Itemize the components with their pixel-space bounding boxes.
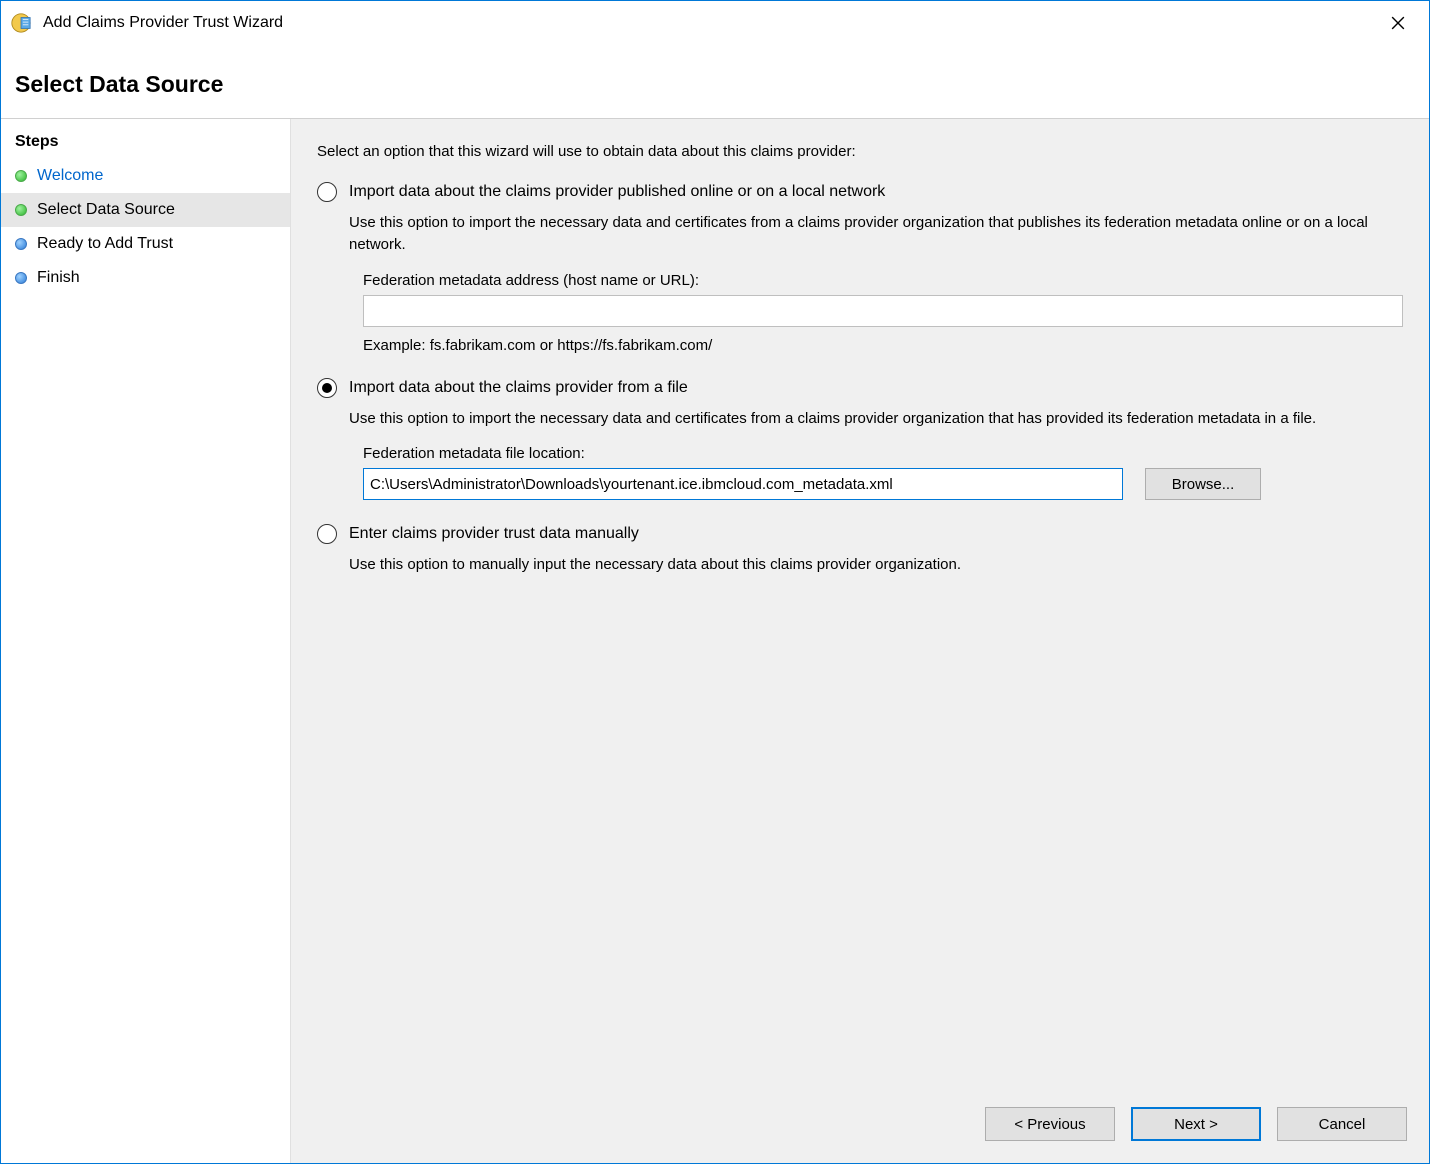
sidebar-item-ready-to-add-trust[interactable]: Ready to Add Trust — [1, 227, 290, 261]
sidebar-item-select-data-source[interactable]: Select Data Source — [1, 193, 290, 227]
option-manual: Enter claims provider trust data manuall… — [317, 524, 1403, 576]
main-panel: Select an option that this wizard will u… — [291, 119, 1429, 1163]
radio-row-manual[interactable]: Enter claims provider trust data manuall… — [317, 524, 1403, 544]
metadata-file-group: Federation metadata file location: Brows… — [363, 445, 1403, 500]
steps-sidebar: Steps Welcome Select Data Source Ready t… — [1, 119, 291, 1163]
metadata-address-group: Federation metadata address (host name o… — [363, 272, 1403, 327]
metadata-file-input[interactable] — [363, 468, 1123, 500]
page-header: Select Data Source — [1, 45, 1429, 118]
option-description: Use this option to import the necessary … — [349, 408, 1403, 430]
browse-button[interactable]: Browse... — [1145, 468, 1261, 500]
example-text: Example: fs.fabrikam.com or https://fs.f… — [363, 337, 1403, 354]
sidebar-item-label: Welcome — [37, 167, 103, 185]
wizard-window: Add Claims Provider Trust Wizard Select … — [0, 0, 1430, 1164]
close-icon — [1391, 16, 1405, 30]
next-button[interactable]: Next > — [1131, 1107, 1261, 1141]
radio-icon — [317, 182, 337, 202]
main-content: Select an option that this wizard will u… — [291, 119, 1429, 1089]
step-pending-icon — [15, 272, 27, 284]
sidebar-item-welcome[interactable]: Welcome — [1, 159, 290, 193]
app-icon — [9, 11, 33, 35]
intro-text: Select an option that this wizard will u… — [317, 143, 1403, 160]
radio-row-import-file[interactable]: Import data about the claims provider fr… — [317, 378, 1403, 398]
option-label: Import data about the claims provider pu… — [349, 183, 885, 201]
step-done-icon — [15, 170, 27, 182]
metadata-address-input[interactable] — [363, 295, 1403, 327]
sidebar-item-label: Ready to Add Trust — [37, 235, 173, 253]
window-title: Add Claims Provider Trust Wizard — [43, 14, 1375, 32]
option-description: Use this option to manually input the ne… — [349, 554, 1403, 576]
page-title: Select Data Source — [15, 71, 1429, 98]
sidebar-item-label: Finish — [37, 269, 80, 287]
sidebar-item-finish[interactable]: Finish — [1, 261, 290, 295]
radio-icon — [317, 524, 337, 544]
previous-button[interactable]: < Previous — [985, 1107, 1115, 1141]
sidebar-item-label: Select Data Source — [37, 201, 175, 219]
option-label: Enter claims provider trust data manuall… — [349, 525, 639, 543]
cancel-button[interactable]: Cancel — [1277, 1107, 1407, 1141]
option-description: Use this option to import the necessary … — [349, 212, 1403, 256]
field-label: Federation metadata file location: — [363, 445, 1403, 462]
radio-icon — [317, 378, 337, 398]
button-bar: < Previous Next > Cancel — [291, 1089, 1429, 1163]
sidebar-heading: Steps — [1, 127, 290, 159]
radio-selected-icon — [322, 383, 332, 393]
step-pending-icon — [15, 238, 27, 250]
step-done-icon — [15, 204, 27, 216]
body-area: Steps Welcome Select Data Source Ready t… — [1, 118, 1429, 1163]
titlebar: Add Claims Provider Trust Wizard — [1, 1, 1429, 45]
option-import-online: Import data about the claims provider pu… — [317, 182, 1403, 354]
option-import-file: Import data about the claims provider fr… — [317, 378, 1403, 501]
close-button[interactable] — [1375, 7, 1421, 39]
option-label: Import data about the claims provider fr… — [349, 379, 688, 397]
file-input-row: Browse... — [363, 468, 1403, 500]
field-label: Federation metadata address (host name o… — [363, 272, 1403, 289]
radio-row-import-online[interactable]: Import data about the claims provider pu… — [317, 182, 1403, 202]
